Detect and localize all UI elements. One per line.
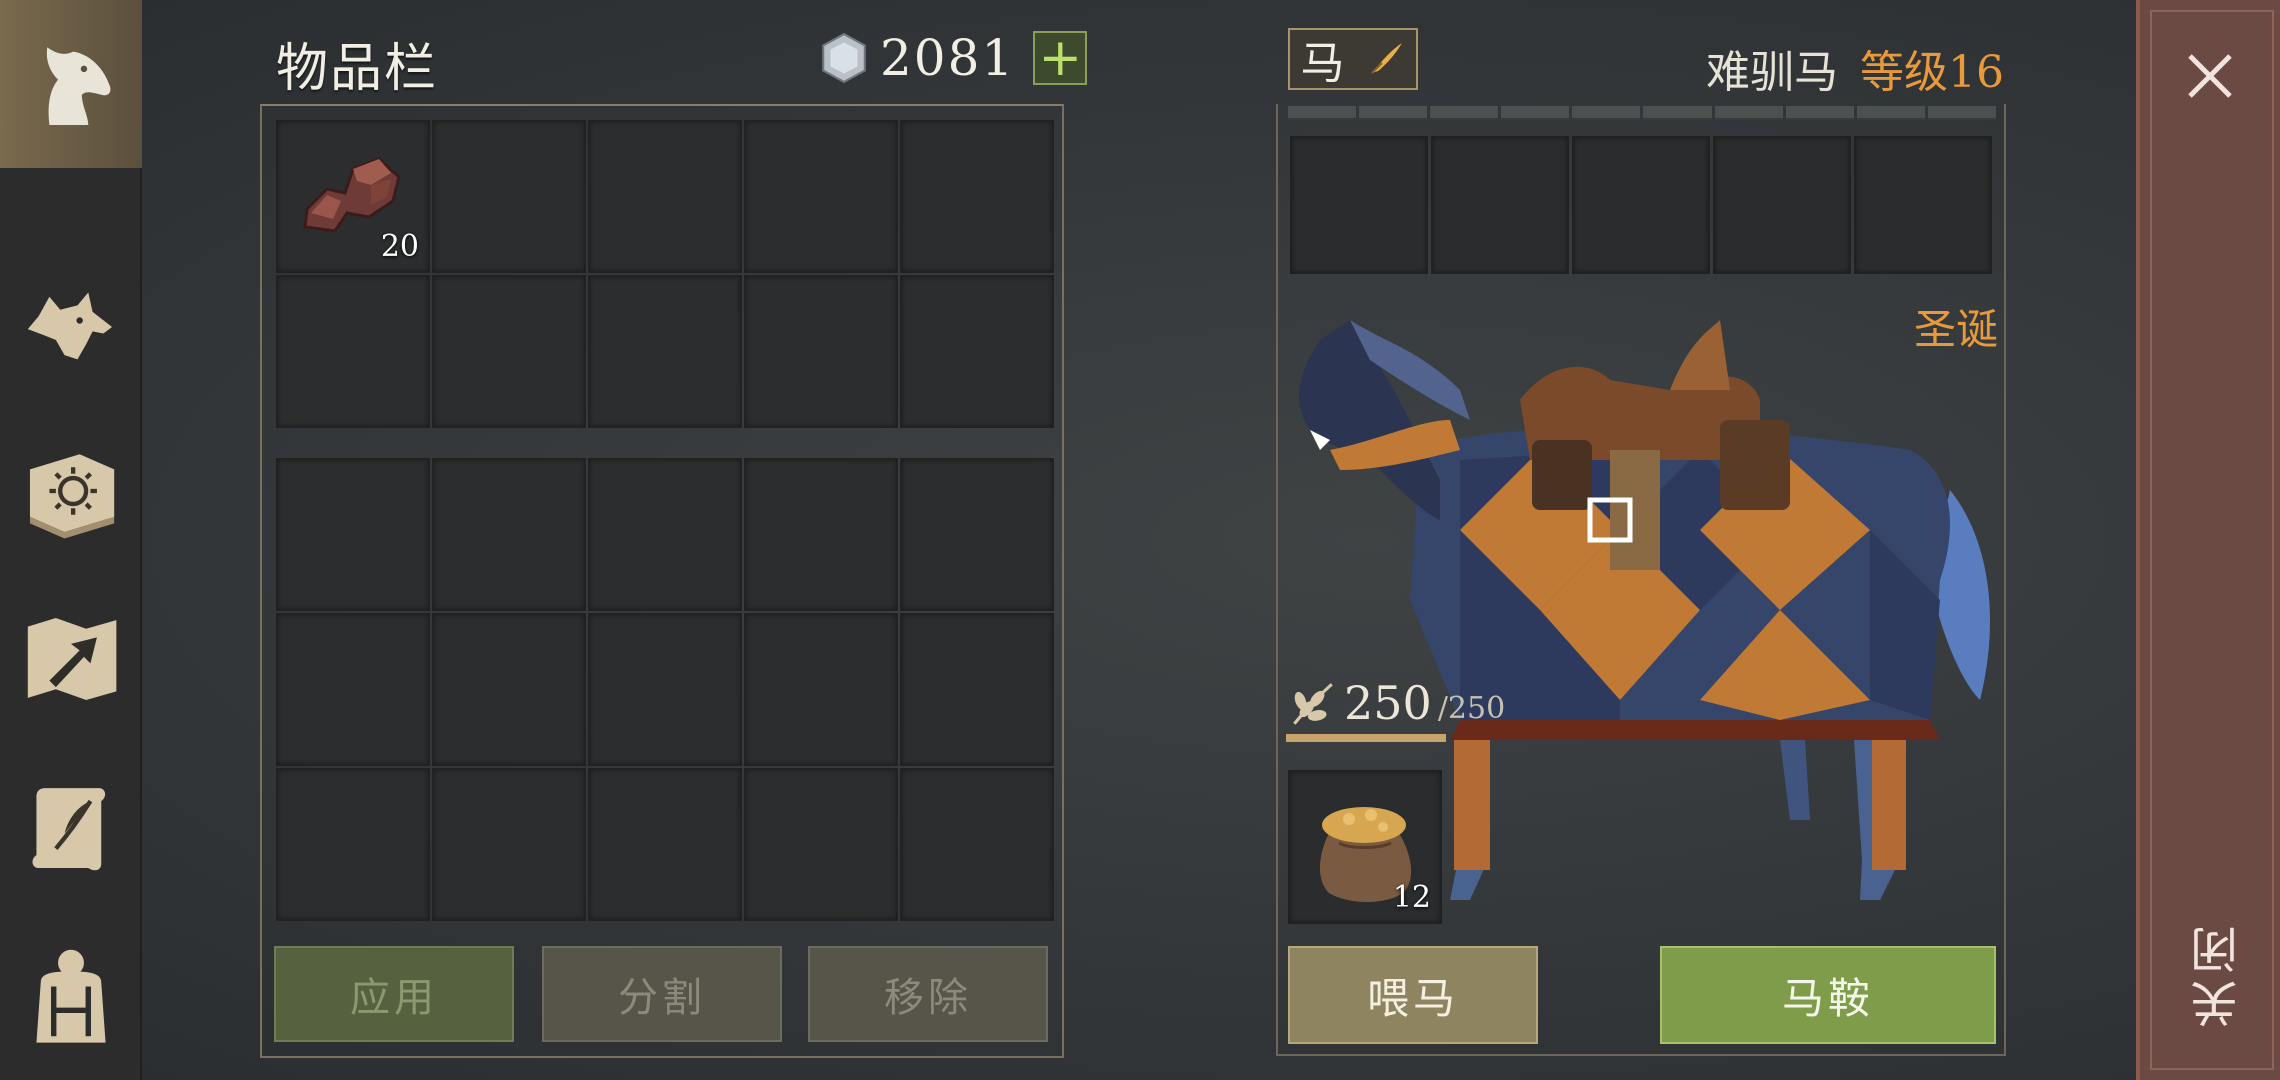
inventory-slot[interactable] <box>276 458 430 611</box>
inventory-slot[interactable] <box>276 275 430 428</box>
equipment-slot[interactable] <box>1713 136 1851 274</box>
horse-tab[interactable]: 马 <box>1288 28 1418 90</box>
map-arrow-icon <box>27 617 117 701</box>
inventory-slot[interactable] <box>900 120 1054 273</box>
close-label[interactable]: 关闭 <box>2184 920 2247 1028</box>
feed-count: 12 <box>1392 880 1431 915</box>
food-max: /250 <box>1437 691 1506 726</box>
sidebar-item-skills[interactable] <box>0 416 142 566</box>
equipment-slot[interactable] <box>1290 136 1428 274</box>
sidebar-item-quests[interactable] <box>0 752 142 902</box>
inventory-slot[interactable] <box>588 120 742 273</box>
inventory-slot[interactable] <box>276 613 430 766</box>
inventory-slot[interactable] <box>432 768 586 921</box>
horse-xp-bar <box>1288 106 1996 120</box>
wolf-head-icon <box>27 292 113 360</box>
split-button[interactable]: 分割 <box>542 946 782 1042</box>
inventory-slot[interactable] <box>900 458 1054 611</box>
inventory-slot[interactable] <box>744 275 898 428</box>
sun-book-icon <box>29 454 115 539</box>
inventory-slot[interactable] <box>432 613 586 766</box>
inventory-slot[interactable] <box>900 768 1054 921</box>
horse-head-icon <box>46 47 111 126</box>
apply-button[interactable]: 应用 <box>274 946 514 1042</box>
horse-equipment-grid <box>1290 136 1992 274</box>
wheat-icon <box>1293 683 1333 725</box>
inventory-slot[interactable] <box>432 120 586 273</box>
inventory-slot[interactable] <box>900 275 1054 428</box>
item-count: 20 <box>380 229 419 264</box>
horse-type: 难驯马 <box>1706 47 1838 98</box>
inventory-slot[interactable] <box>588 458 742 611</box>
inventory-slot[interactable] <box>588 613 742 766</box>
horse-tab-label: 马 <box>1300 38 1345 89</box>
horse-info: 难驯马 等级16 <box>1706 36 2004 100</box>
sidebar-item-character[interactable] <box>0 918 142 1068</box>
inventory-title: 物品栏 <box>276 39 439 99</box>
equipment-slot[interactable] <box>1854 136 1992 274</box>
inventory-slot[interactable] <box>744 120 898 273</box>
equipment-slot[interactable] <box>1431 136 1569 274</box>
food-bar <box>1286 734 1446 742</box>
currency-amount: 2081 <box>880 29 1016 87</box>
inventory-grid-top: 20 <box>276 120 1054 428</box>
remove-button[interactable]: 移除 <box>808 946 1048 1042</box>
silver-coin-icon <box>822 32 866 84</box>
inventory-slot[interactable] <box>588 275 742 428</box>
quill-rename-icon <box>1370 43 1402 74</box>
inventory-slot[interactable] <box>432 275 586 428</box>
equipment-slot[interactable] <box>1572 136 1710 274</box>
inventory-grid-bottom <box>276 458 1054 921</box>
close-panel-border <box>2150 10 2274 1070</box>
food-current: 250 <box>1344 676 1432 730</box>
feed-horse-button[interactable]: 喂马 <box>1288 946 1538 1044</box>
close-panel[interactable]: 关闭 <box>2136 0 2280 1080</box>
scroll-quill-icon <box>32 788 106 871</box>
saddle-button[interactable]: 马鞍 <box>1660 946 1996 1044</box>
inventory-slot[interactable] <box>744 768 898 921</box>
inventory-slot[interactable]: 20 <box>276 120 430 273</box>
horse-feed-slot[interactable]: 12 <box>1288 770 1442 924</box>
add-currency-button[interactable]: + <box>1033 31 1088 85</box>
character-backpack-icon <box>36 949 106 1043</box>
inventory-slot[interactable] <box>432 458 586 611</box>
horse-food-stat: 250 /250 <box>1286 676 1505 730</box>
close-icon[interactable] <box>2178 44 2242 108</box>
inventory-slot[interactable] <box>744 613 898 766</box>
horse-level: 等级16 <box>1860 47 2004 98</box>
sidebar-item-horse[interactable] <box>0 0 142 168</box>
sidebar <box>0 0 142 1080</box>
sidebar-item-pets[interactable] <box>0 252 142 402</box>
inventory-slot[interactable] <box>588 768 742 921</box>
inventory-slot[interactable] <box>900 613 1054 766</box>
currency-display: 2081 + <box>818 28 1088 88</box>
inventory-slot[interactable] <box>744 458 898 611</box>
sidebar-item-map[interactable] <box>0 584 142 734</box>
inventory-slot[interactable] <box>276 768 430 921</box>
